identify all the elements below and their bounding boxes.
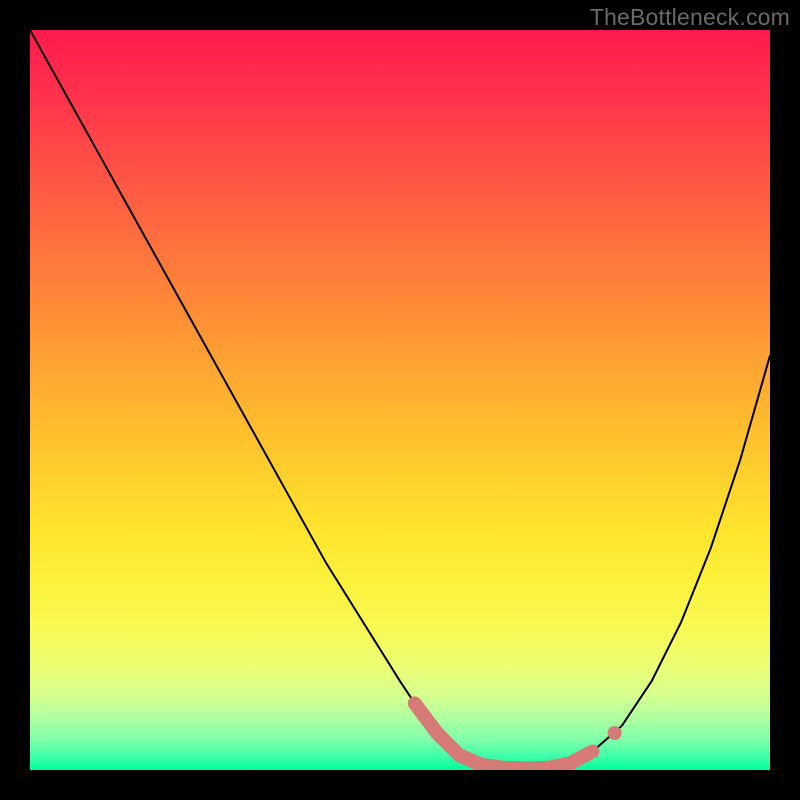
watermark-text: TheBottleneck.com	[590, 4, 790, 31]
bottleneck-curve	[30, 30, 770, 769]
chart-frame: TheBottleneck.com	[0, 0, 800, 800]
highlight-dot	[608, 726, 622, 740]
curve-layer	[30, 30, 770, 770]
highlight-band	[415, 703, 593, 768]
plot-area	[30, 30, 770, 770]
